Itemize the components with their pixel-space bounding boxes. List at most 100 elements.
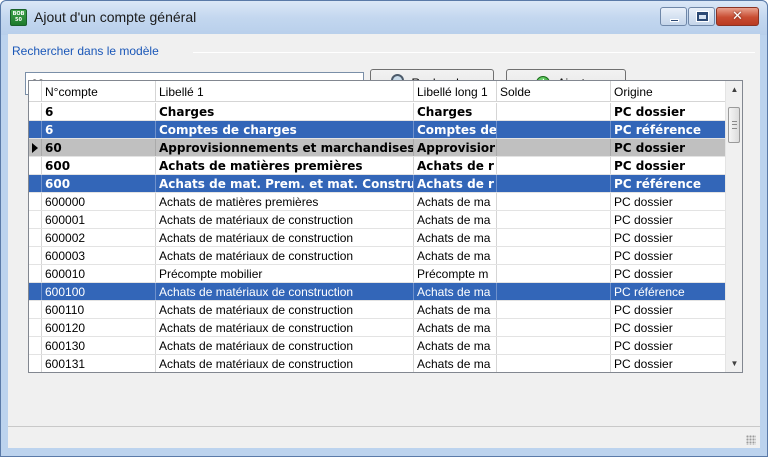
cell-account: 600002 [42, 229, 156, 246]
column-header-origin[interactable]: Origine [611, 81, 726, 102]
cell-origin: PC dossier [614, 105, 686, 119]
cell-origin: PC référence [614, 177, 702, 191]
table-row[interactable]: 6 Comptes de charges Comptes de PC référenc… [29, 121, 726, 139]
table-row[interactable]: 60 Approvisionnements et marchandises Appr… [29, 139, 726, 157]
table-row[interactable]: 600001 Achats de matériaux de constructio… [29, 211, 726, 229]
cell-account: 600000 [42, 193, 156, 210]
row-indicator [29, 175, 42, 192]
window-title: Ajout d'un compte général [34, 9, 197, 25]
table-row[interactable]: 6 Charges Charges PC dossier [29, 103, 726, 121]
row-indicator-header [29, 81, 42, 102]
cell-label: Achats de matériaux de construction [156, 283, 414, 300]
column-header-label[interactable]: Libellé 1 [156, 81, 414, 102]
cell-label: Précompte mobilier [156, 265, 414, 282]
accounts-grid[interactable]: N°compte Libellé 1 Libellé long 1 Solde … [28, 80, 743, 373]
close-button[interactable]: ✕ [716, 7, 759, 26]
column-header-balance[interactable]: Solde [497, 81, 611, 102]
minimize-button[interactable] [660, 7, 687, 26]
vertical-scrollbar[interactable]: ▲ ▼ [725, 81, 742, 372]
cell-balance [497, 355, 611, 372]
cell-long-label: Achats de ma [414, 193, 497, 210]
row-indicator [29, 283, 42, 300]
row-indicator [29, 337, 42, 354]
cell-long-label: Achats de ma [414, 337, 497, 354]
scroll-down-icon[interactable]: ▼ [726, 355, 742, 372]
cell-balance [497, 319, 611, 336]
cell-label: Achats de matériaux de construction [156, 211, 414, 228]
table-row[interactable]: 600002 Achats de matériaux de constructio… [29, 229, 726, 247]
table-row[interactable]: 600003 Achats de matériaux de constructio… [29, 247, 726, 265]
cell-account: 600 [42, 157, 156, 174]
cell-account: 600110 [42, 301, 156, 318]
row-indicator [29, 193, 42, 210]
grip-icon [732, 121, 737, 129]
cell-origin: PC dossier [614, 159, 686, 173]
cell-balance [497, 229, 611, 246]
cell-account: 600003 [42, 247, 156, 264]
cell-long-label: Précompte m [414, 265, 497, 282]
cell-balance [497, 103, 611, 120]
cell-long-label: Achats de ma [414, 229, 497, 246]
size-grip-icon[interactable] [746, 435, 756, 445]
column-header-long-label[interactable]: Libellé long 1 [414, 81, 497, 102]
cell-account: 600130 [42, 337, 156, 354]
cell-balance [497, 337, 611, 354]
cell-account: 600 [42, 175, 156, 192]
cell-balance [497, 139, 611, 156]
cell-long-label: Approvisior [414, 139, 497, 156]
cell-origin: PC dossier [614, 357, 673, 371]
cell-label: Achats de mat. Prem. et mat. Constru [156, 175, 414, 192]
cell-label: Achats de matériaux de construction [156, 301, 414, 318]
cell-origin: PC dossier [614, 195, 673, 209]
table-row[interactable]: 600000 Achats de matières premières Achats… [29, 193, 726, 211]
row-indicator [29, 229, 42, 246]
cell-label: Achats de matériaux de construction [156, 319, 414, 336]
cell-account: 600100 [42, 283, 156, 300]
cell-origin: PC dossier [614, 321, 673, 335]
table-row[interactable]: 600010 Précompte mobilier Précompte m PC do… [29, 265, 726, 283]
cell-account: 600120 [42, 319, 156, 336]
app-icon: BOB 50 [10, 9, 27, 26]
maximize-button[interactable] [688, 7, 715, 26]
table-row[interactable]: 600130 Achats de matériaux de constructio… [29, 337, 726, 355]
row-indicator [29, 139, 42, 156]
cell-long-label: Achats de ma [414, 283, 497, 300]
cell-origin: PC dossier [614, 249, 673, 263]
title-bar[interactable]: BOB 50 Ajout d'un compte général ✕ [1, 1, 767, 35]
cell-balance [497, 121, 611, 138]
table-row[interactable]: 600100 Achats de matériaux de constructio… [29, 283, 726, 301]
current-row-arrow-icon [32, 143, 38, 153]
grid-header: N°compte Libellé 1 Libellé long 1 Solde … [29, 81, 726, 102]
cell-origin: PC dossier [614, 303, 673, 317]
cell-balance [497, 283, 611, 300]
cell-origin: PC dossier [614, 267, 673, 281]
cell-origin: PC référence [614, 285, 685, 299]
column-header-account[interactable]: N°compte [42, 81, 156, 102]
table-row[interactable]: 600110 Achats de matériaux de constructio… [29, 301, 726, 319]
grid-rows: 6 Charges Charges PC dossier 6 Comptes de cha… [29, 103, 726, 372]
cell-balance [497, 157, 611, 174]
row-indicator [29, 157, 42, 174]
cell-account: 600010 [42, 265, 156, 282]
row-indicator [29, 121, 42, 138]
cell-long-label: Achats de r [414, 175, 497, 192]
table-row[interactable]: 600 Achats de mat. Prem. et mat. Constru A… [29, 175, 726, 193]
close-icon: ✕ [732, 9, 743, 24]
cell-long-label: Comptes de [414, 121, 497, 138]
cell-label: Achats de matériaux de construction [156, 229, 414, 246]
cell-long-label: Charges [414, 103, 497, 120]
cell-label: Charges [156, 103, 414, 120]
scroll-up-icon[interactable]: ▲ [726, 81, 742, 98]
table-row[interactable]: 600131 Achats de matériaux de constructio… [29, 355, 726, 372]
cell-long-label: Achats de ma [414, 211, 497, 228]
cell-balance [497, 301, 611, 318]
scroll-thumb[interactable] [728, 107, 740, 143]
cell-label: Achats de matériaux de construction [156, 247, 414, 264]
table-row[interactable]: 600120 Achats de matériaux de constructio… [29, 319, 726, 337]
cell-origin: PC dossier [614, 339, 673, 353]
table-row[interactable]: 600 Achats de matières premières Achats de… [29, 157, 726, 175]
cell-account: 600131 [42, 355, 156, 372]
cell-label: Comptes de charges [156, 121, 414, 138]
cell-label: Achats de matières premières [156, 157, 414, 174]
cell-balance [497, 265, 611, 282]
